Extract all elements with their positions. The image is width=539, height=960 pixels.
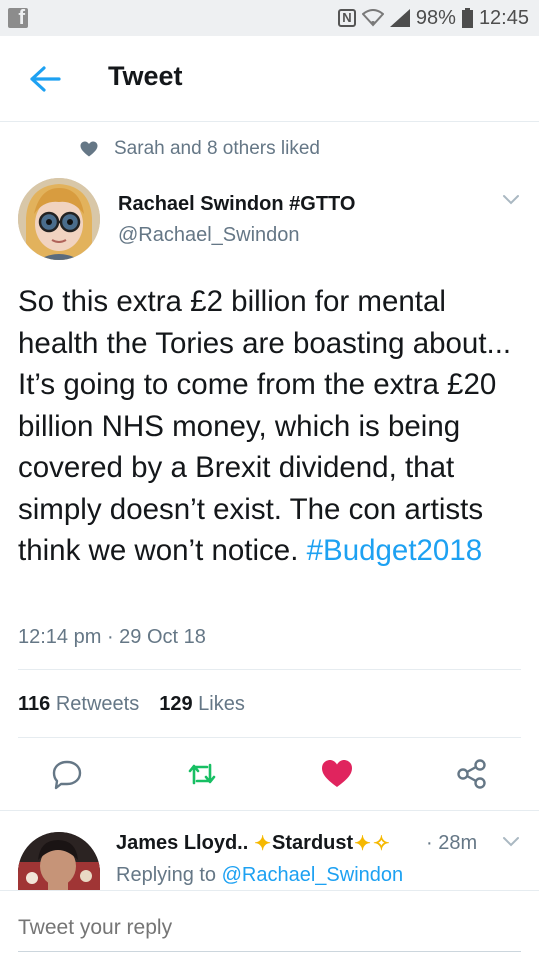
tweet-body: So this extra £2 billion for mental heal…	[18, 285, 512, 567]
app-header: Tweet	[0, 36, 539, 122]
wifi-icon	[361, 9, 384, 27]
tweet-actions	[0, 757, 539, 793]
reply-avatar-image	[18, 832, 100, 890]
avatar-image	[18, 178, 100, 260]
retweets-count: 116	[18, 693, 51, 715]
reply-name-part2: Stardust	[272, 832, 354, 854]
sparkles-icon: ✦	[254, 833, 272, 855]
divider	[18, 669, 521, 670]
share-icon[interactable]	[455, 757, 489, 791]
divider	[18, 737, 521, 738]
battery-percent: 98%	[415, 6, 456, 29]
status-time: 12:45	[478, 6, 529, 29]
likes-label: Likes	[198, 693, 245, 715]
chevron-down-icon[interactable]	[502, 836, 520, 848]
reply-name-part1: James Lloyd..	[116, 832, 249, 854]
replying-prefix: Replying to	[116, 864, 217, 886]
replying-to: Replying to @Rachael_Swindon	[116, 864, 403, 887]
likes-stat[interactable]: 129 Likes	[159, 693, 245, 716]
nfc-icon: N	[337, 9, 356, 27]
tweet-text: So this extra £2 billion for mental heal…	[18, 281, 528, 572]
status-icons: N 98% 12:45	[337, 6, 529, 30]
tweet-timestamp: 12:14 pm · 29 Oct 18	[18, 626, 206, 648]
dizzy-icon: ✧	[372, 833, 390, 855]
reply-author-name[interactable]: James Lloyd.. ✦ Stardust ✦ ✧	[116, 831, 391, 856]
reply-composer	[0, 890, 539, 960]
tweet-stats: 116 Retweets 129 Likes	[18, 693, 245, 716]
author-avatar[interactable]	[18, 178, 100, 260]
facebook-icon: f	[8, 7, 28, 29]
input-underline	[18, 951, 521, 952]
retweets-stat[interactable]: 116 Retweets	[18, 693, 139, 716]
retweets-label: Retweets	[55, 693, 140, 715]
reply-input[interactable]	[18, 913, 518, 943]
status-bar: f N 98% 12:45	[0, 0, 539, 36]
author-name[interactable]: Rachael Swindon #GTTO	[118, 193, 355, 216]
reply-time: · 28m	[426, 832, 478, 854]
sparkles-icon: ✦	[354, 833, 371, 855]
back-arrow-icon[interactable]	[28, 64, 62, 94]
author-handle[interactable]: @Rachael_Swindon	[118, 224, 300, 247]
heart-icon	[80, 141, 98, 157]
page-title: Tweet	[108, 61, 183, 91]
chevron-down-icon[interactable]	[502, 194, 520, 206]
reply-avatar[interactable]	[18, 832, 100, 890]
like-icon[interactable]	[320, 757, 354, 791]
signal-icon	[389, 9, 410, 27]
social-context-text: Sarah and 8 others liked	[114, 138, 320, 159]
social-context[interactable]: Sarah and 8 others liked	[80, 138, 320, 160]
likes-count: 129	[159, 693, 193, 715]
replying-handle[interactable]: @Rachael_Swindon	[222, 864, 404, 886]
divider	[0, 810, 539, 811]
battery-icon	[461, 8, 473, 28]
hashtag-link[interactable]: #Budget2018	[307, 534, 483, 567]
retweet-icon[interactable]	[185, 757, 219, 791]
reply-icon[interactable]	[50, 757, 84, 791]
